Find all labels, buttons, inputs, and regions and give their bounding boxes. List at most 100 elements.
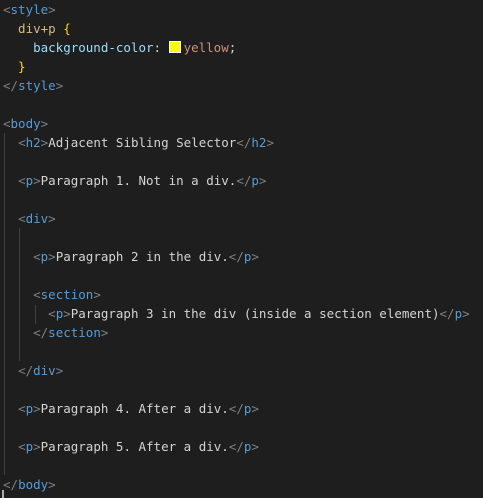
code-line[interactable]	[0, 95, 3, 114]
code-token: >	[33, 173, 41, 188]
code-token: <	[18, 135, 26, 150]
code-line[interactable]	[0, 418, 3, 437]
code-token: <	[18, 211, 26, 226]
code-line[interactable]: <p>Paragraph 1. Not in a div.</p>	[0, 171, 266, 190]
code-token: h2	[25, 135, 41, 150]
code-line[interactable]: </style>	[0, 76, 63, 95]
code-line[interactable]: <body>	[0, 114, 48, 133]
code-line[interactable]: <p>Paragraph 2 in the div.</p>	[0, 247, 259, 266]
code-token: </	[33, 325, 49, 340]
code-token: {	[63, 21, 71, 36]
color-swatch-icon[interactable]	[168, 41, 181, 53]
code-line[interactable]	[0, 152, 3, 171]
code-token: section	[48, 325, 101, 340]
code-token: Paragraph 3 in the div (inside a section…	[70, 306, 440, 321]
code-token: Paragraph 2 in the div.	[55, 249, 229, 264]
code-token: >	[258, 173, 267, 188]
code-token: yellow	[183, 40, 229, 55]
code-token: div+p	[3, 21, 64, 36]
code-token: >	[462, 306, 470, 321]
code-token: </	[236, 135, 252, 150]
code-token: <	[18, 439, 26, 454]
code-token: </	[228, 439, 244, 454]
code-token: <	[3, 116, 11, 131]
code-token: >	[48, 211, 56, 226]
code-token: body	[18, 477, 49, 492]
code-token: >	[33, 401, 41, 416]
code-line[interactable]: background-color: yellow;	[0, 38, 236, 57]
code-token: >	[33, 439, 41, 454]
code-token: <	[18, 173, 26, 188]
code-token: >	[251, 249, 259, 264]
code-token: style	[18, 78, 56, 93]
code-token: </	[18, 363, 34, 378]
code-token: >	[55, 363, 64, 378]
code-token: ;	[228, 40, 237, 55]
code-token: p	[454, 306, 463, 321]
code-line[interactable]: }	[0, 57, 26, 76]
code-token: Adjacent Sibling Selector	[48, 135, 237, 150]
code-token: >	[266, 135, 274, 150]
code-token: p	[25, 401, 34, 416]
code-token: section	[40, 287, 94, 302]
code-line[interactable]: <div>	[0, 209, 56, 228]
code-editor[interactable]: <style> div+p { background-color: yellow…	[0, 0, 483, 498]
code-token: p	[25, 439, 34, 454]
code-line[interactable]	[0, 380, 3, 399]
code-token: >	[251, 401, 259, 416]
code-token: </	[439, 306, 455, 321]
code-token: </	[236, 173, 252, 188]
code-line[interactable]: <p>Paragraph 4. After a div.</p>	[0, 399, 259, 418]
code-line[interactable]: <style>	[0, 0, 56, 19]
code-token: background-color	[3, 40, 154, 55]
code-token: <	[33, 287, 41, 302]
code-token: </	[228, 249, 244, 264]
code-token: >	[48, 477, 56, 492]
code-line[interactable]: <section>	[0, 285, 101, 304]
code-token: p	[25, 173, 34, 188]
code-token: >	[55, 78, 64, 93]
code-line[interactable]: <p>Paragraph 3 in the div (inside a sect…	[0, 304, 470, 323]
code-token: Paragraph 1. Not in a div.	[40, 173, 237, 188]
text-cursor	[2, 490, 4, 498]
code-token: Paragraph 4. After a div.	[40, 401, 229, 416]
code-token: >	[93, 287, 101, 302]
code-line[interactable]	[0, 228, 3, 247]
code-line[interactable]: </body>	[0, 475, 56, 494]
code-token: style	[10, 2, 49, 17]
code-token: >	[40, 116, 49, 131]
code-token: >	[48, 249, 56, 264]
code-token: <	[3, 2, 11, 17]
code-line[interactable]: </div>	[0, 361, 63, 380]
code-token: }	[3, 59, 26, 74]
code-token: </	[3, 477, 19, 492]
code-line[interactable]	[0, 266, 3, 285]
code-token: </	[228, 401, 244, 416]
code-token: body	[10, 116, 41, 131]
code-line[interactable]	[0, 342, 3, 361]
code-line[interactable]: div+p {	[0, 19, 71, 38]
code-token: >	[48, 2, 56, 17]
code-line[interactable]: </section>	[0, 323, 108, 342]
code-line[interactable]: <p>Paragraph 5. After a div.</p>	[0, 437, 259, 456]
code-token: </	[3, 78, 19, 93]
code-line[interactable]	[0, 456, 3, 475]
code-line[interactable]	[0, 190, 3, 209]
code-token: >	[100, 325, 109, 340]
code-line[interactable]: <h2>Adjacent Sibling Selector</h2>	[0, 133, 274, 152]
code-token: <	[33, 249, 41, 264]
code-token: >	[63, 306, 71, 321]
code-token: Paragraph 5. After a div.	[40, 439, 229, 454]
code-token: p	[251, 173, 259, 188]
code-token: div	[25, 211, 49, 226]
code-token: h2	[251, 135, 267, 150]
